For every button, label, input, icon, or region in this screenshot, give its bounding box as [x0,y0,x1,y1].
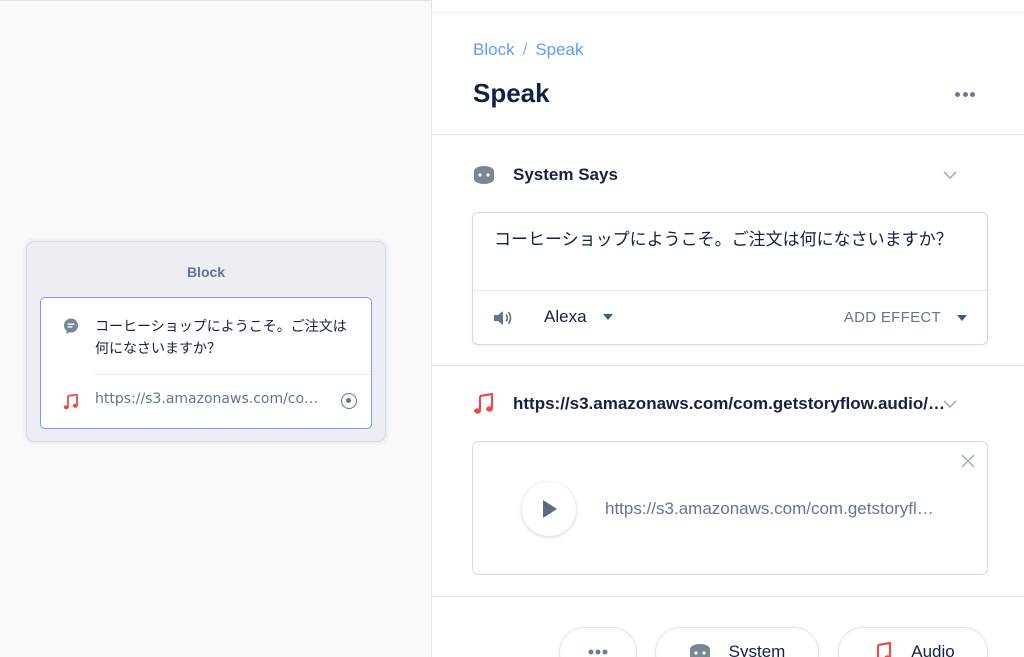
block-card[interactable]: Block コーヒーショップにようこそ。ご注文は何になさいますか？ https:… [26,241,386,442]
block-steps[interactable]: コーヒーショップにようこそ。ご注文は何になさいますか？ https://s3.a… [40,297,372,429]
voice-select-value: Alexa [544,307,587,326]
audio-player: https://s3.amazonaws.com/com.getstoryflo… [472,441,988,575]
divider [432,365,1024,366]
more-dots-icon [588,649,608,655]
add-audio-button[interactable]: Audio [838,627,988,657]
divider [432,596,1024,597]
breadcrumb: Block / Speak [473,40,584,60]
speak-step-text: コーヒーショップにようこそ。ご注文は何になさいますか？ [95,319,347,357]
radio-target-icon[interactable] [341,393,357,409]
page-title: Speak [473,78,550,108]
add-audio-label: Audio [911,642,955,657]
audio-step[interactable]: https://s3.amazonaws.com/com.getstoryflo… [63,374,371,428]
block-title: Block [186,264,226,280]
play-icon [543,500,557,518]
more-steps-button[interactable] [559,627,637,657]
add-effect-button[interactable]: ADD EFFECT [844,309,967,326]
speak-text-input[interactable]: コーヒーショップにようこそ。ご注文は何になさいますか？ [494,227,970,254]
audio-url: https://s3.amazonaws.com/com.getstoryflo… [605,499,935,518]
audio-header[interactable]: https://s3.amazonaws.com/com.getstoryflo… [473,392,993,416]
music-note-icon [877,642,892,657]
panel-top-bar [432,0,1024,13]
close-icon[interactable] [961,454,975,468]
chevron-down-icon[interactable] [943,168,957,182]
add-effect-label: ADD EFFECT [843,309,941,326]
voice-select[interactable]: Alexa [544,307,613,327]
robot-icon [474,166,494,184]
music-note-icon [63,394,78,410]
breadcrumb-separator: / [522,40,528,59]
audio-title: https://s3.amazonaws.com/com.getstoryflo… [513,394,951,413]
breadcrumb-speak[interactable]: Speak [535,40,583,59]
system-says-header[interactable]: System Says [473,163,993,187]
chat-bubble-icon [64,318,78,334]
robot-icon [689,644,710,657]
canvas[interactable]: Block コーヒーショップにようこそ。ご注文は何になさいますか？ https:… [0,0,431,657]
add-system-button[interactable]: System [655,627,819,657]
system-says-title: System Says [513,165,618,184]
breadcrumb-block[interactable]: Block [473,40,515,59]
speak-editor: コーヒーショップにようこそ。ご注文は何になさいますか？ Alexa ADD EF… [472,212,988,345]
divider [432,134,1024,135]
chevron-down-icon[interactable] [943,397,957,411]
caret-down-icon [602,314,613,320]
music-note-icon [474,393,494,414]
more-options-button[interactable] [950,84,980,104]
add-system-label: System [728,642,786,657]
audio-step-url: https://s3.amazonaws.com/com.getstoryflo… [95,391,331,407]
volume-icon [494,311,512,325]
more-dots-icon [955,91,960,97]
speak-step[interactable]: コーヒーショップにようこそ。ご注文は何になさいますか？ [41,312,371,372]
editor-panel: Block / Speak Speak System Says コーヒーショップによ… [431,0,1024,657]
play-button[interactable] [522,482,576,536]
caret-down-icon [957,314,967,321]
speak-footer: Alexa ADD EFFECT [473,290,987,345]
